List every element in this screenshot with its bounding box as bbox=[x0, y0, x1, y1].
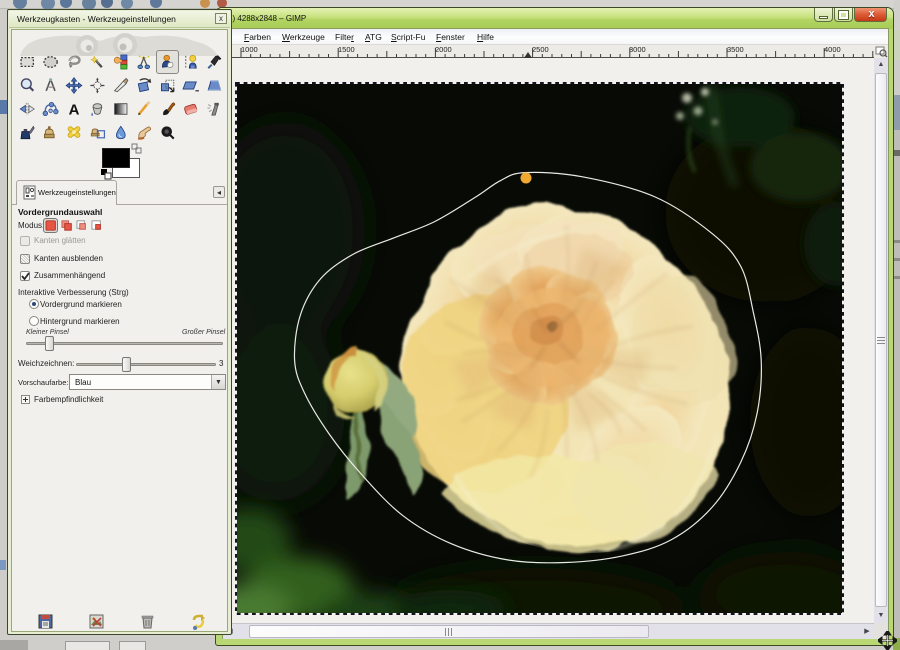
svg-text:A: A bbox=[69, 101, 80, 118]
